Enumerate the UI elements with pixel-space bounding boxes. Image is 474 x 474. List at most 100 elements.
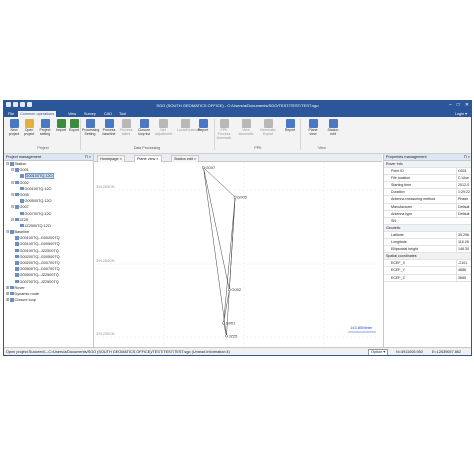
ribbon-button-6[interactable]: Processing Setting xyxy=(82,119,99,137)
tree-node-label: G00700TQ.12O xyxy=(24,211,52,216)
panel-pin-close-icon[interactable]: ⊓ × xyxy=(85,154,91,160)
ribbon-button-17[interactable]: Plane view xyxy=(305,119,321,137)
ribbon-button-label: Closure loop list xyxy=(137,128,151,136)
login-button[interactable]: Login ▾ xyxy=(455,111,467,116)
ribbon-button-label: Report xyxy=(284,128,296,132)
property-row[interactable]: Antenna measuring method Phase xyxy=(384,196,471,204)
tree-node-label: G005 xyxy=(19,192,29,197)
property-category[interactable]: Rover Info xyxy=(384,161,471,169)
baseline-line[interactable] xyxy=(223,197,236,323)
ribbon-button-label: Plane view xyxy=(308,128,318,136)
property-row[interactable]: SN xyxy=(384,218,471,225)
station-point[interactable] xyxy=(225,334,228,338)
property-row[interactable]: Longitude 116.28 xyxy=(384,239,471,247)
tree-node-label: G00500TQ--JZ2500TQ xyxy=(19,273,59,278)
document-tabs: Homepage × Plane view × Station edit × xyxy=(94,154,382,162)
property-value: G001 xyxy=(456,168,471,175)
y-tick-label: 3912550N xyxy=(96,331,115,336)
property-category[interactable]: Geodetic xyxy=(384,224,471,232)
ribbon-button-3[interactable]: Project setting xyxy=(37,119,53,137)
tree-node-label: G00200TQ--G00700TQ xyxy=(19,261,60,265)
ribbon-group-label: PPK xyxy=(254,146,262,150)
tree-node-icon xyxy=(15,273,19,277)
minimize-button[interactable]: – xyxy=(449,102,452,108)
y-tick-label: 3912600N xyxy=(96,258,115,263)
station-point[interactable] xyxy=(233,195,237,199)
view-kinematic-icon xyxy=(241,119,251,128)
ribbon-button-12[interactable]: Report xyxy=(195,119,211,133)
tab-station-edit[interactable]: Station edit × xyxy=(171,155,200,162)
property-category[interactable]: Spatial coordinates xyxy=(384,253,471,261)
ribbon-button-9[interactable]: Closure loop list xyxy=(136,119,152,137)
baselines-layer xyxy=(203,167,236,336)
baseline-line[interactable] xyxy=(226,197,236,336)
ribbon-group-label: View xyxy=(318,146,326,150)
status-bar: Open project:Succeed!---C:/Users/a/Docum… xyxy=(4,347,471,355)
cursor-east-coordinate: E=12639057.862 xyxy=(432,350,462,354)
ribbon-button-10[interactable]: Net adjustment xyxy=(155,119,172,137)
tree-node[interactable]: ⊞ Closure loop xyxy=(4,297,93,303)
ribbon-button-14[interactable]: View kinematic xyxy=(238,119,254,137)
project-setting-icon xyxy=(40,119,50,128)
ribbon-button-label: Project setting xyxy=(39,128,51,136)
ribbon-button-7[interactable]: Process baseline xyxy=(101,119,117,137)
baseline-line[interactable] xyxy=(203,167,236,198)
property-row[interactable]: Ellipsoidal height 148.30 xyxy=(384,246,471,254)
panel-pin-close-icon[interactable]: ⊓ × xyxy=(464,154,470,160)
ribbon-button-label: Station edit xyxy=(327,128,339,136)
station-point[interactable] xyxy=(227,288,231,292)
tab-plane-view[interactable]: Plane view × xyxy=(134,155,162,162)
baseline-line[interactable] xyxy=(203,167,227,336)
ribbon-button-15[interactable]: Kinematic Export xyxy=(260,119,276,137)
tree-node-icon xyxy=(20,223,24,228)
property-row[interactable]: File location C:\Use xyxy=(384,175,471,183)
property-value: 116.28 xyxy=(456,239,471,246)
tree-node-icon xyxy=(15,205,19,209)
cursor-north-coordinate: N=3911005.950 xyxy=(396,350,423,354)
maximize-button[interactable]: □ xyxy=(457,102,460,108)
property-row[interactable]: Point ID G001 xyxy=(384,168,471,176)
tree-node-label: JZ25 xyxy=(19,217,28,222)
property-row[interactable]: Latitude 35.296 xyxy=(384,231,471,240)
property-row[interactable]: Duration 1:29:22 xyxy=(384,189,471,197)
ribbon-button-18[interactable]: Station edit xyxy=(325,119,341,137)
ribbon-button-label: Report xyxy=(197,128,209,132)
property-row[interactable]: ECEF_Y 4686 xyxy=(384,267,471,275)
ribbon-button-8[interactable]: Process failed xyxy=(118,119,134,137)
tree-node-icon xyxy=(15,236,19,240)
option-dropdown[interactable]: Option ▾ xyxy=(368,349,389,355)
tree-node-icon xyxy=(15,267,19,271)
export-icon xyxy=(69,119,79,128)
property-row[interactable]: Starting time 2012-0 xyxy=(384,182,471,190)
tree-node-icon xyxy=(20,174,24,178)
ribbon-button-16[interactable]: Report xyxy=(282,119,298,133)
station-label: G005 xyxy=(237,195,248,200)
property-key: ECEF_X xyxy=(391,261,405,266)
ribbon-button-13[interactable]: PPK Process kinematic xyxy=(216,119,232,140)
ppk-process-icon xyxy=(219,119,229,128)
property-row[interactable]: Antenna type Default xyxy=(384,210,471,218)
baseline-line[interactable] xyxy=(203,167,230,290)
tree-node-label: G00100TQ--G00500TQ xyxy=(19,242,60,247)
plane-view-canvas[interactable]: 3912650N 3912600N 3912550N G007G005G002G… xyxy=(94,162,382,347)
ribbon-button-label: New project xyxy=(8,128,20,136)
property-row[interactable]: Manufacturer Default xyxy=(384,203,471,211)
property-row[interactable]: ECEF_X -2101 xyxy=(384,260,471,268)
ribbon-button-11[interactable]: Local/Kinematic xyxy=(177,119,202,133)
ribbon-button-1[interactable]: New project xyxy=(6,119,22,137)
ribbon-button-2[interactable]: Open project xyxy=(21,119,37,137)
ribbon-button-label: Process failed xyxy=(119,128,133,136)
ribbon-button-label: Process baseline xyxy=(102,128,116,136)
tree-node-icon xyxy=(15,192,19,197)
close-button[interactable]: ✕ xyxy=(465,102,469,108)
station-point[interactable] xyxy=(222,321,226,325)
property-row[interactable]: ECEF_Z 3665 xyxy=(384,274,471,282)
scale-label: 143.80Meter xyxy=(350,325,373,330)
tree-node-icon xyxy=(15,217,19,222)
tab-homepage[interactable]: Homepage × xyxy=(97,155,125,162)
tree-node-label: G007 xyxy=(19,205,29,210)
property-key: File location xyxy=(391,176,411,181)
station-point[interactable] xyxy=(202,166,205,169)
tree-node-icon xyxy=(15,180,19,185)
tree-node-label: G00100TQ.12O xyxy=(24,173,54,180)
